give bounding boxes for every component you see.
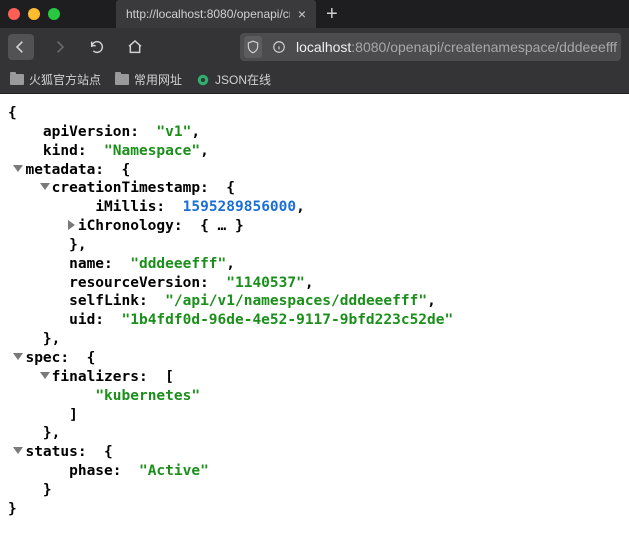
shield-icon[interactable] <box>244 36 262 58</box>
json-line[interactable]: status: { <box>8 443 621 462</box>
json-line[interactable]: resourceVersion: "1140537", <box>8 274 621 293</box>
json-line: }, <box>8 330 621 349</box>
url-host: localhost <box>296 39 351 55</box>
folder-icon <box>115 74 129 85</box>
forward-button[interactable] <box>46 34 72 60</box>
back-button[interactable] <box>8 34 34 60</box>
json-line[interactable]: iMillis: 1595289856000, <box>8 198 621 217</box>
bookmark-firefox[interactable]: 火狐官方站点 <box>10 71 101 88</box>
new-tab-button[interactable]: + <box>316 0 348 28</box>
json-line[interactable]: finalizers: [ <box>8 368 621 387</box>
json-line: } <box>8 500 621 519</box>
info-icon[interactable] <box>270 36 288 58</box>
close-window-button[interactable] <box>8 8 20 20</box>
home-button[interactable] <box>122 34 148 60</box>
url-bar[interactable]: localhost:8080/openapi/createnamespace/d… <box>240 33 621 61</box>
json-line[interactable]: metadata: { <box>8 161 621 180</box>
json-line: ] <box>8 406 621 425</box>
json-line[interactable]: kind: "Namespace", <box>8 142 621 161</box>
url-path: :8080/openapi/createnamespace/dddeeefff <box>351 39 617 55</box>
json-line[interactable]: spec: { <box>8 349 621 368</box>
json-line[interactable]: apiVersion: "v1", <box>8 123 621 142</box>
json-line[interactable]: iChronology: { … } <box>8 217 621 236</box>
bookmark-json[interactable]: JSON在线 <box>196 71 271 88</box>
url-text: localhost:8080/openapi/createnamespace/d… <box>296 39 617 55</box>
tab-strip: http://localhost:8080/openapi/crea × + <box>0 0 629 28</box>
browser-tab[interactable]: http://localhost:8080/openapi/crea × <box>116 0 316 28</box>
json-line[interactable]: creationTimestamp: { <box>8 179 621 198</box>
json-line[interactable]: name: "dddeeefff", <box>8 255 621 274</box>
json-line[interactable]: phase: "Active" <box>8 462 621 481</box>
bookmark-label: 常用网址 <box>134 71 182 88</box>
bookmark-label: JSON在线 <box>215 71 271 88</box>
json-line: }, <box>8 424 621 443</box>
json-line: }, <box>8 236 621 255</box>
json-line: } <box>8 481 621 500</box>
gear-icon <box>196 73 210 87</box>
bookmarks-bar: 火狐官方站点 常用网址 JSON在线 <box>0 66 629 94</box>
json-viewer: { apiVersion: "v1", kind: "Namespace", m… <box>0 94 629 529</box>
folder-icon <box>10 74 24 85</box>
json-line[interactable]: "kubernetes" <box>8 387 621 406</box>
bookmark-common[interactable]: 常用网址 <box>115 71 182 88</box>
tab-title: http://localhost:8080/openapi/crea <box>126 7 290 21</box>
close-tab-icon[interactable]: × <box>298 7 306 21</box>
bookmark-label: 火狐官方站点 <box>29 71 101 88</box>
tabs: http://localhost:8080/openapi/crea × + <box>116 0 348 28</box>
zoom-window-button[interactable] <box>48 8 60 20</box>
json-line[interactable]: uid: "1b4fdf0d-96de-4e52-9117-9bfd223c52… <box>8 311 621 330</box>
json-line[interactable]: selfLink: "/api/v1/namespaces/dddeeefff"… <box>8 292 621 311</box>
json-line: { <box>8 104 621 123</box>
toolbar: localhost:8080/openapi/createnamespace/d… <box>0 28 629 66</box>
window-controls <box>8 8 60 20</box>
minimize-window-button[interactable] <box>28 8 40 20</box>
reload-button[interactable] <box>84 34 110 60</box>
